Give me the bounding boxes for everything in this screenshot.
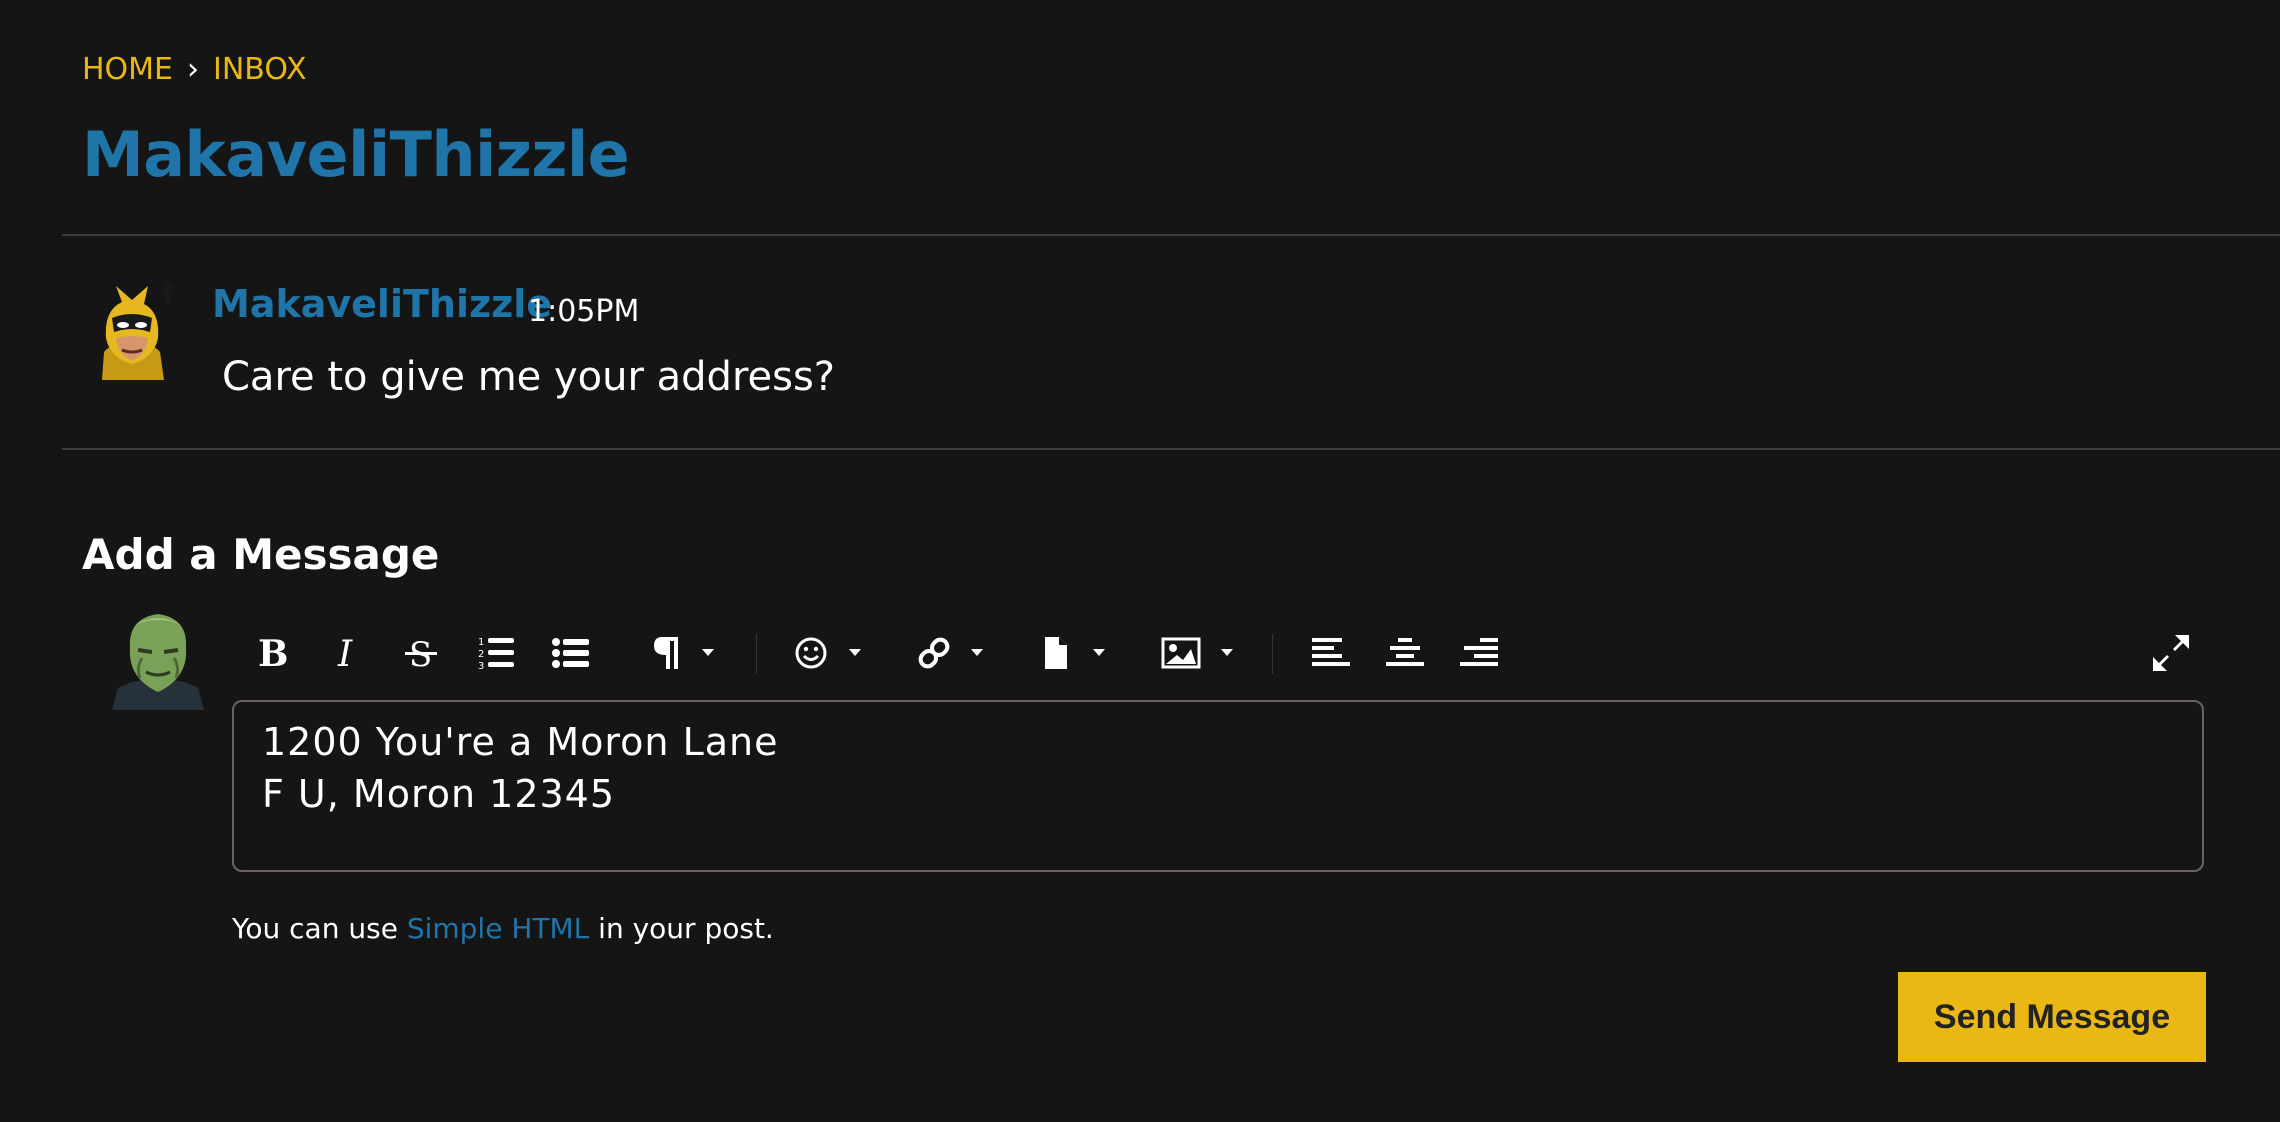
paragraph-icon[interactable]	[646, 628, 726, 678]
hint-prefix: You can use	[232, 912, 407, 945]
svg-text:1: 1	[478, 637, 484, 648]
toolbar-separator	[756, 634, 757, 674]
breadcrumb-separator: ›	[187, 52, 200, 87]
html-hint: You can use Simple HTML in your post.	[232, 912, 774, 945]
message-body: Care to give me your address?	[222, 354, 836, 400]
inbox-page: HOME › INBOX MakaveliThizzle MakaveliThi…	[0, 0, 2280, 1122]
skrull-avatar[interactable]	[106, 608, 210, 710]
page-title: MakaveliThizzle	[82, 118, 630, 191]
svg-text:I: I	[337, 634, 353, 673]
editor-toolbar: B I S 1 2 3	[232, 620, 2189, 686]
divider	[62, 448, 2280, 450]
breadcrumb: HOME › INBOX	[82, 52, 307, 87]
bold-icon[interactable]: B	[246, 628, 296, 678]
align-right-icon[interactable]	[1454, 628, 1504, 678]
strikethrough-icon[interactable]: S	[396, 628, 446, 678]
avatar-image	[82, 282, 182, 380]
file-icon[interactable]	[1038, 628, 1122, 678]
editor-line: 1200 You're a Moron Lane	[262, 720, 779, 764]
emoji-icon[interactable]	[794, 628, 878, 678]
message-time: 1:05PM	[528, 294, 640, 329]
divider	[62, 234, 2280, 236]
message-editor[interactable]: 1200 You're a Moron Lane F U, Moron 1234…	[232, 700, 2204, 872]
italic-icon[interactable]: I	[322, 628, 372, 678]
image-icon[interactable]	[1160, 628, 1250, 678]
align-center-icon[interactable]	[1380, 628, 1430, 678]
message-author[interactable]: MakaveliThizzle	[212, 282, 552, 326]
breadcrumb-home-link[interactable]: HOME	[82, 52, 173, 87]
chevron-down-icon	[702, 649, 714, 656]
breadcrumb-inbox-link[interactable]: INBOX	[213, 52, 307, 87]
send-message-button[interactable]: Send Message	[1898, 972, 2206, 1062]
simple-html-link[interactable]: Simple HTML	[407, 912, 589, 945]
editor-line: F U, Moron 12345	[262, 772, 616, 816]
link-icon[interactable]	[916, 628, 1000, 678]
svg-text:B: B	[258, 633, 288, 673]
add-message-title: Add a Message	[82, 530, 440, 579]
bullet-list-icon[interactable]	[544, 628, 598, 678]
svg-text:3: 3	[478, 661, 484, 671]
toolbar-separator	[1272, 634, 1273, 674]
svg-text:2: 2	[478, 649, 484, 660]
hint-suffix: in your post.	[589, 912, 774, 945]
ordered-list-icon[interactable]: 1 2 3	[470, 628, 524, 678]
fullscreen-icon[interactable]	[2146, 628, 2196, 678]
wolverine-avatar[interactable]	[82, 282, 182, 380]
align-left-icon[interactable]	[1306, 628, 1356, 678]
avatar-image	[106, 608, 210, 710]
